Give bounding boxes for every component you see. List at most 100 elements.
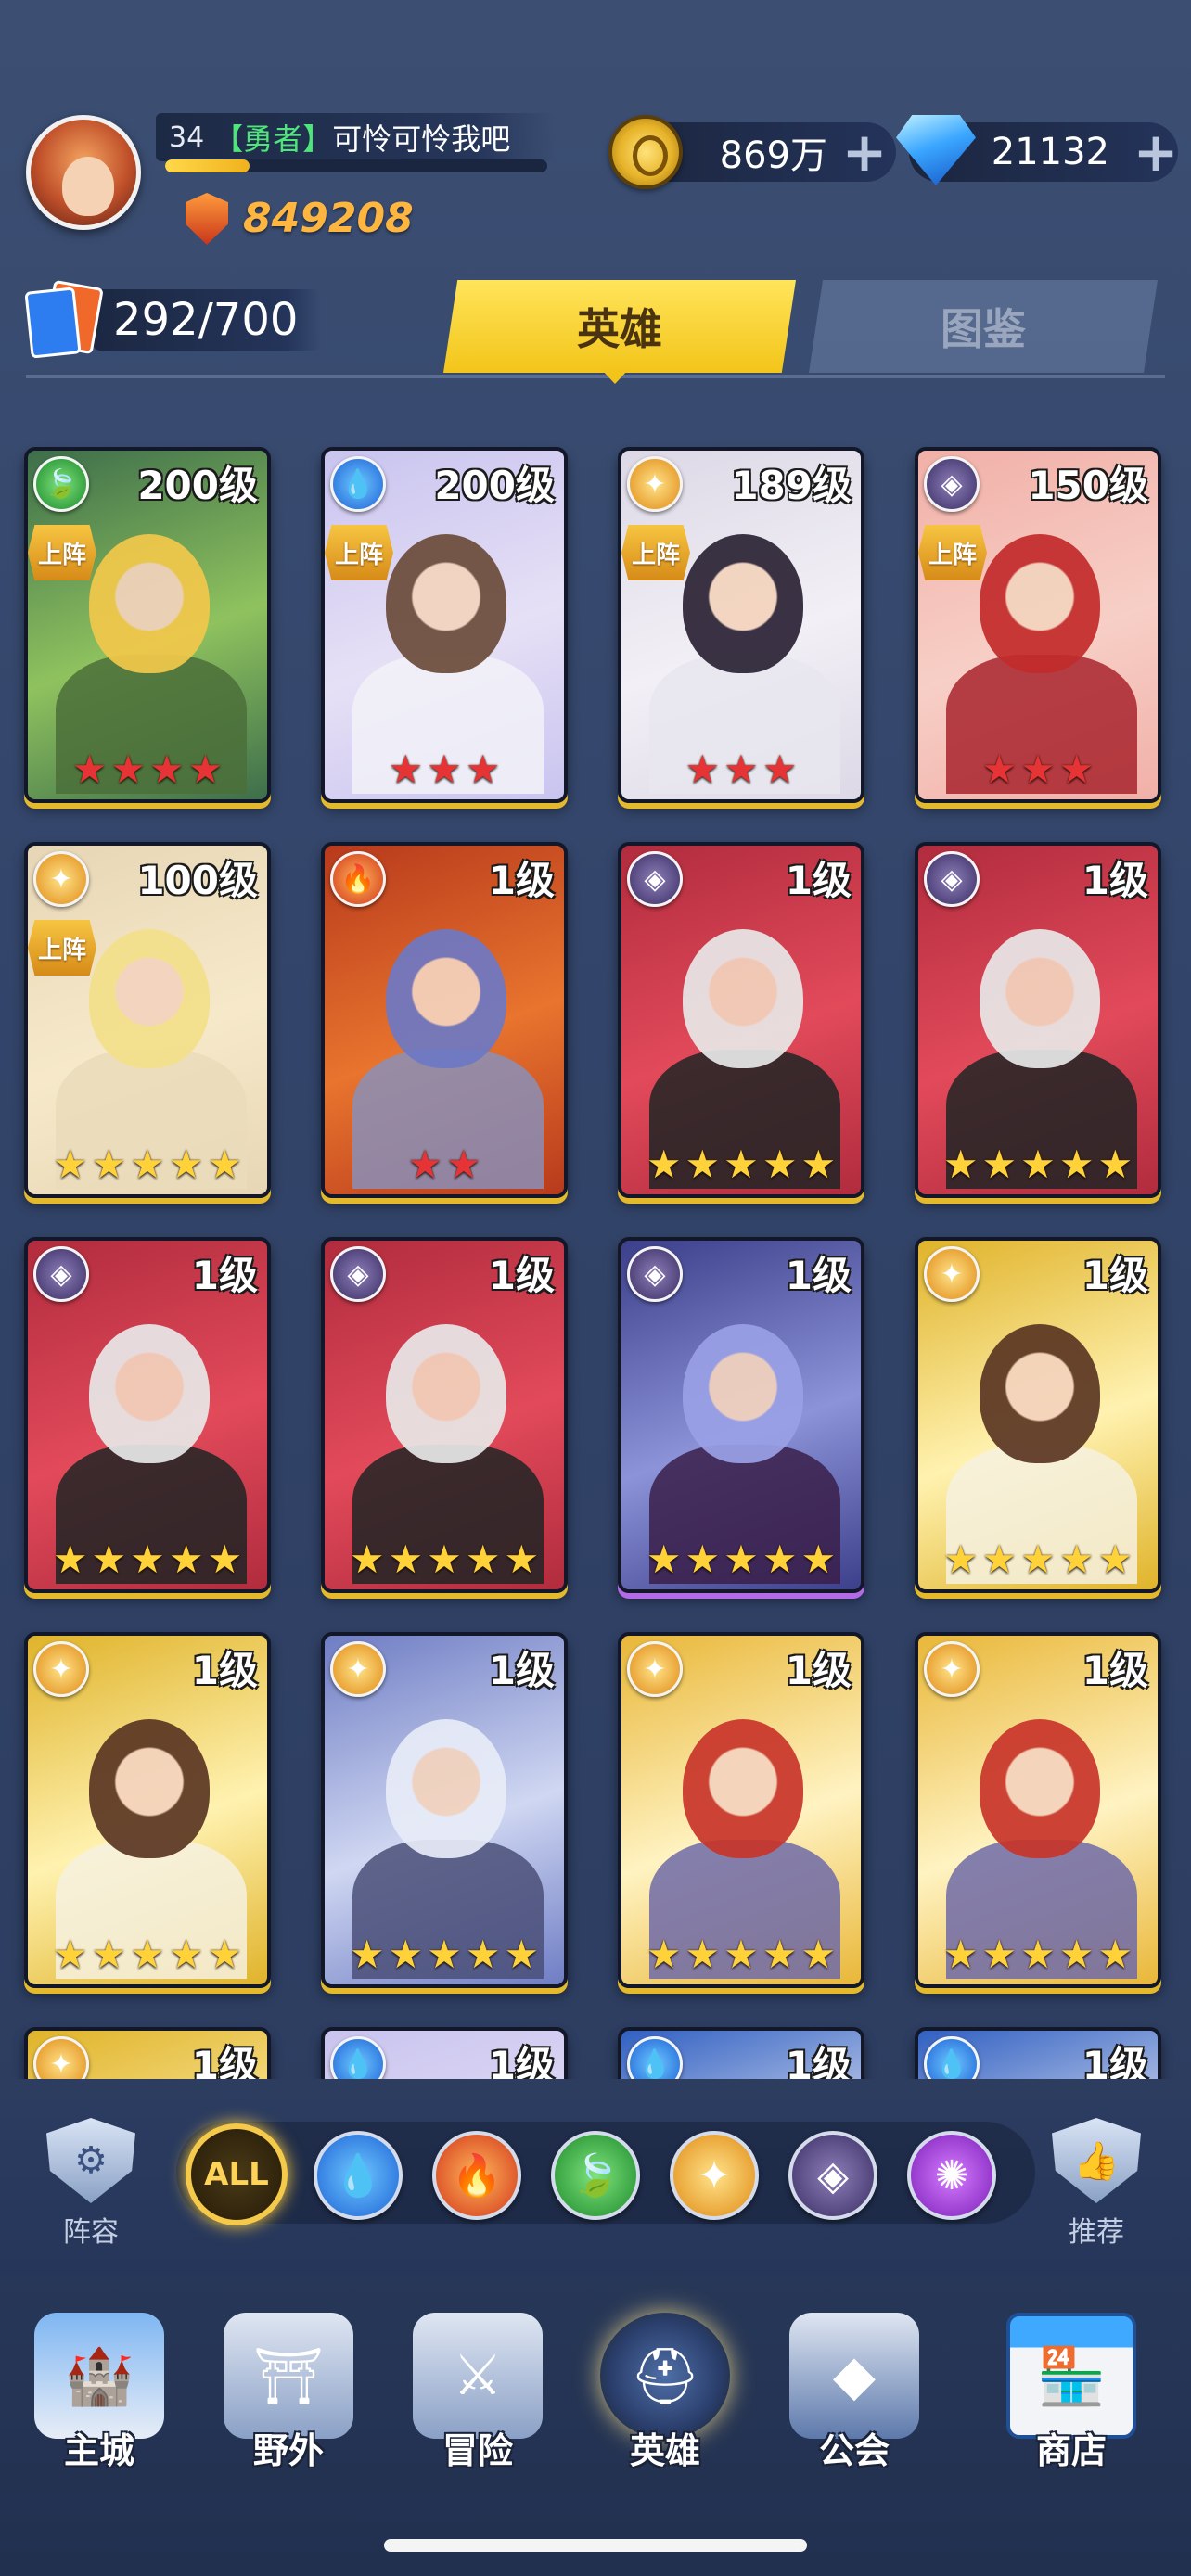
star-icon: ★ bbox=[91, 1932, 127, 1977]
hero-card[interactable]: 💧 1级 bbox=[618, 2027, 864, 2079]
add-gold-button[interactable]: + bbox=[839, 125, 890, 179]
hero-level: 200级 bbox=[137, 463, 258, 508]
star-icon: ★ bbox=[1020, 1537, 1056, 1582]
hero-star-rating: ★ ★ ★ ★ ★ bbox=[28, 1932, 267, 1977]
star-icon: ★ bbox=[981, 746, 1018, 792]
player-name: 可怜可怜我吧 bbox=[332, 121, 511, 157]
light-faction-icon: ✦ bbox=[627, 456, 683, 512]
filter-void-icon[interactable]: ◈ bbox=[788, 2131, 877, 2220]
hero-portrait-face bbox=[89, 929, 210, 1068]
nav-castle[interactable]: 🏰 主城 bbox=[20, 2313, 178, 2489]
exp-bar bbox=[165, 159, 547, 172]
hero-card[interactable]: ◈ 1级 ★ ★ ★ ★ ★ bbox=[618, 842, 864, 1198]
star-icon: ★ bbox=[465, 1932, 501, 1977]
star-icon: ★ bbox=[446, 1141, 481, 1187]
light-faction-icon: ✦ bbox=[330, 1641, 386, 1697]
nav-guild-banner[interactable]: ◆ 公会 bbox=[775, 2313, 933, 2489]
star-icon: ★ bbox=[685, 1932, 721, 1977]
star-icon: ★ bbox=[685, 1141, 721, 1187]
combat-power-icon bbox=[186, 193, 228, 245]
tab-codex[interactable]: 图鉴 bbox=[809, 280, 1158, 373]
void-faction-icon: ◈ bbox=[33, 1246, 89, 1302]
hero-level: 100级 bbox=[137, 858, 258, 903]
star-icon: ★ bbox=[130, 1932, 165, 1977]
star-icon: ★ bbox=[130, 1141, 165, 1187]
star-icon: ★ bbox=[724, 746, 759, 792]
star-icon: ★ bbox=[388, 1537, 424, 1582]
hero-portrait-face bbox=[980, 929, 1100, 1068]
void-faction-icon: ◈ bbox=[627, 1246, 683, 1302]
hero-star-rating: ★ ★ ★ ★ ★ bbox=[621, 1537, 861, 1582]
tab-heroes[interactable]: 英雄 bbox=[443, 280, 796, 373]
hero-card[interactable]: ◈ 1级 ★ ★ ★ ★ ★ bbox=[915, 842, 1161, 1198]
faction-filter-bar: ⚙ 阵容 ALL 💧 🔥 🍃 ✦ ◈ ✺ 👍 推荐 bbox=[0, 2099, 1191, 2276]
gold-value: 869万 bbox=[719, 134, 827, 177]
hero-card[interactable]: ✦ 1级 ★ ★ ★ ★ ★ bbox=[915, 1237, 1161, 1593]
hero-card[interactable]: 💧 1级 bbox=[915, 2027, 1161, 2079]
nav-knight-helmet[interactable]: ⛑ 英雄 bbox=[586, 2313, 744, 2489]
hero-card[interactable]: ◈ 150级 上阵 ★ ★ ★ bbox=[915, 447, 1161, 803]
hero-portrait-face bbox=[683, 1324, 803, 1463]
filter-fire-icon[interactable]: 🔥 bbox=[432, 2131, 521, 2220]
add-gems-button[interactable]: + bbox=[1130, 125, 1182, 179]
star-icon: ★ bbox=[646, 1537, 682, 1582]
hero-star-rating: ★ ★ ★ bbox=[621, 747, 861, 792]
hero-card[interactable]: ✦ 1级 bbox=[24, 2027, 271, 2079]
hero-portrait-face bbox=[980, 1719, 1100, 1858]
lineup-button[interactable]: ⚙ 阵容 bbox=[35, 2118, 147, 2250]
hero-star-rating: ★ ★ bbox=[325, 1142, 564, 1187]
star-icon: ★ bbox=[388, 746, 424, 792]
filter-water-icon[interactable]: 💧 bbox=[314, 2131, 403, 2220]
home-indicator[interactable] bbox=[384, 2539, 807, 2552]
player-title-tag: 【勇者】 bbox=[213, 121, 333, 157]
hero-level: 1级 bbox=[785, 1253, 852, 1298]
hero-portrait-face bbox=[980, 534, 1100, 673]
hero-card[interactable]: ◈ 1级 ★ ★ ★ ★ ★ bbox=[321, 1237, 568, 1593]
recommend-button[interactable]: 👍 推荐 bbox=[1041, 2118, 1152, 2250]
star-icon: ★ bbox=[168, 1932, 204, 1977]
hero-level: 1级 bbox=[488, 2043, 555, 2079]
hero-card[interactable]: ◈ 1级 ★ ★ ★ ★ ★ bbox=[24, 1237, 271, 1593]
portal-icon: ⛩ bbox=[224, 2313, 353, 2439]
star-icon: ★ bbox=[724, 1141, 759, 1187]
filter-light-icon[interactable]: ✦ bbox=[670, 2131, 759, 2220]
star-icon: ★ bbox=[427, 746, 462, 792]
hero-card[interactable]: ✦ 100级 上阵 ★ ★ ★ ★ ★ bbox=[24, 842, 271, 1198]
star-icon: ★ bbox=[800, 1932, 837, 1977]
hero-level: 1级 bbox=[1082, 2043, 1148, 2079]
void-faction-icon: ◈ bbox=[924, 456, 980, 512]
hero-card[interactable]: ◈ 1级 ★ ★ ★ ★ ★ bbox=[618, 1237, 864, 1593]
hero-card[interactable]: 💧 200级 上阵 ★ ★ ★ bbox=[321, 447, 568, 803]
star-icon: ★ bbox=[762, 1932, 798, 1977]
hero-portrait-face bbox=[386, 1719, 506, 1858]
nav-portal[interactable]: ⛩ 野外 bbox=[210, 2313, 367, 2489]
hero-level: 1级 bbox=[785, 1648, 852, 1693]
star-icon: ★ bbox=[724, 1932, 759, 1977]
hero-card[interactable]: ✦ 189级 上阵 ★ ★ ★ bbox=[618, 447, 864, 803]
player-level: 34 bbox=[169, 121, 205, 154]
filter-arcane-icon[interactable]: ✺ bbox=[907, 2131, 996, 2220]
hero-card[interactable]: 🔥 1级 ★ ★ bbox=[321, 842, 568, 1198]
hero-card[interactable]: ✦ 1级 ★ ★ ★ ★ ★ bbox=[915, 1632, 1161, 1988]
hero-star-rating: ★ ★ ★ ★ ★ bbox=[621, 1932, 861, 1977]
hero-card[interactable]: ✦ 1级 ★ ★ ★ ★ ★ bbox=[24, 1632, 271, 1988]
hero-card[interactable]: ✦ 1级 ★ ★ ★ ★ ★ bbox=[321, 1632, 568, 1988]
water-faction-icon: 💧 bbox=[330, 456, 386, 512]
hero-grid: 🍃 200级 上阵 ★ ★ ★ ★ 💧 200级 上阵 ★ ★ ★ ✦ 189级 上阵 ★ ★ ★ ◈ 150级 上阵 ★ ★… bbox=[0, 436, 1191, 2079]
nav-trident-gate[interactable]: ⚔ 冒险 bbox=[399, 2313, 557, 2489]
hero-level: 1级 bbox=[488, 858, 555, 903]
nav-shop[interactable]: 🏪 商店 bbox=[992, 2313, 1150, 2489]
recommend-label: 推荐 bbox=[1069, 2216, 1124, 2249]
player-avatar[interactable] bbox=[26, 115, 141, 230]
filter-nature-icon[interactable]: 🍃 bbox=[551, 2131, 640, 2220]
hero-portrait-face bbox=[386, 1324, 506, 1463]
star-icon: ★ bbox=[465, 1537, 501, 1582]
hero-card[interactable]: ✦ 1级 ★ ★ ★ ★ ★ bbox=[618, 1632, 864, 1988]
hero-level: 200级 bbox=[434, 463, 555, 508]
star-icon: ★ bbox=[168, 1537, 204, 1582]
star-icon: ★ bbox=[427, 1932, 462, 1977]
hero-card[interactable]: 💧 1级 bbox=[321, 2027, 568, 2079]
star-icon: ★ bbox=[800, 1141, 837, 1187]
filter-all-button[interactable]: ALL bbox=[186, 2123, 288, 2225]
hero-card[interactable]: 🍃 200级 上阵 ★ ★ ★ ★ bbox=[24, 447, 271, 803]
